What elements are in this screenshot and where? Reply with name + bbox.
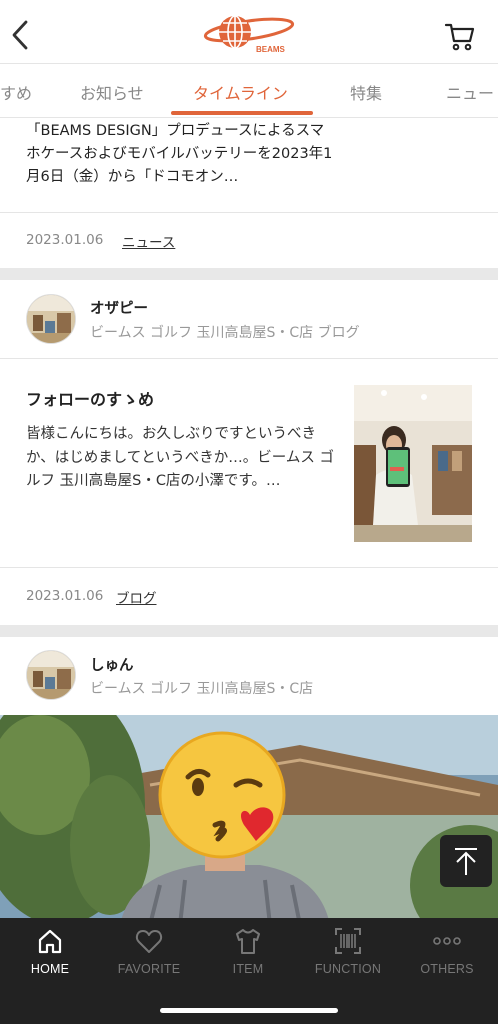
category-tabs: すめ お知らせ タイムライン 特集 ニュー — [0, 64, 498, 118]
nav-label: HOME — [30, 962, 70, 976]
avatar[interactable] — [26, 294, 76, 344]
nav-label: OTHERS — [420, 962, 474, 976]
post-thumbnail[interactable] — [354, 385, 472, 542]
nav-home[interactable]: HOME — [0, 926, 100, 986]
beams-logo[interactable]: BEAMS — [201, 12, 297, 56]
author-name[interactable]: オザピー — [90, 297, 148, 318]
chevron-left-icon — [12, 20, 28, 50]
avatar[interactable] — [26, 650, 76, 700]
section-gap — [0, 268, 498, 280]
nav-label: ITEM — [232, 962, 264, 976]
tab-news-notice[interactable]: お知らせ — [80, 80, 144, 104]
svg-text:BEAMS: BEAMS — [256, 45, 286, 54]
home-icon — [38, 929, 62, 954]
nav-others[interactable]: OTHERS — [397, 926, 497, 986]
cart-button[interactable] — [444, 20, 476, 52]
post-date: 2023.01.06 — [26, 232, 104, 248]
tab-feature[interactable]: 特集 — [350, 80, 382, 104]
section-gap — [0, 625, 498, 637]
back-button[interactable] — [8, 16, 32, 52]
timeline-feed: 「BEAMS DESIGN」プロデュースによるスマホケースおよびモバイルバッテリ… — [0, 118, 498, 918]
tab-recommend[interactable]: すめ — [0, 80, 32, 104]
category-link[interactable]: ニュース — [122, 231, 175, 251]
barcode-icon — [335, 928, 361, 954]
post-excerpt[interactable]: 皆様こんにちは。お久しぶりですというべきか、はじめましてというべきか…。ビームス… — [26, 423, 336, 494]
author-shop: ビームス ゴルフ 玉川高島屋S・C店 — [90, 681, 314, 697]
post-photo[interactable] — [0, 715, 498, 918]
category-link[interactable]: ブログ — [116, 587, 157, 607]
tab-timeline[interactable]: タイムライン — [193, 80, 288, 104]
nav-label: FAVORITE — [117, 962, 181, 976]
nav-favorite[interactable]: FAVORITE — [99, 926, 199, 986]
cart-icon — [444, 23, 475, 51]
divider — [0, 212, 498, 213]
home-indicator — [160, 1008, 338, 1013]
more-icon — [433, 937, 461, 945]
author-shop: ビームス ゴルフ 玉川高島屋S・C店 ブログ — [90, 325, 360, 341]
scroll-to-top-button[interactable] — [440, 835, 492, 887]
heart-icon — [135, 930, 163, 953]
news-excerpt[interactable]: 「BEAMS DESIGN」プロデュースによるスマホケースおよびモバイルバッテリ… — [26, 120, 336, 189]
post-date: 2023.01.06 — [26, 588, 104, 604]
app-header: BEAMS — [0, 0, 498, 64]
active-tab-indicator — [171, 111, 313, 115]
nav-item[interactable]: ITEM — [198, 926, 298, 986]
divider — [0, 358, 498, 359]
arrow-up-icon — [455, 848, 477, 875]
nav-label: FUNCTION — [314, 962, 382, 976]
author-name[interactable]: しゅん — [90, 654, 134, 675]
post-title[interactable]: フォローのすゝめ — [26, 386, 154, 410]
divider — [0, 567, 498, 568]
nav-function[interactable]: FUNCTION — [298, 926, 398, 986]
tshirt-icon — [236, 929, 260, 954]
tab-news[interactable]: ニュー — [446, 80, 494, 104]
